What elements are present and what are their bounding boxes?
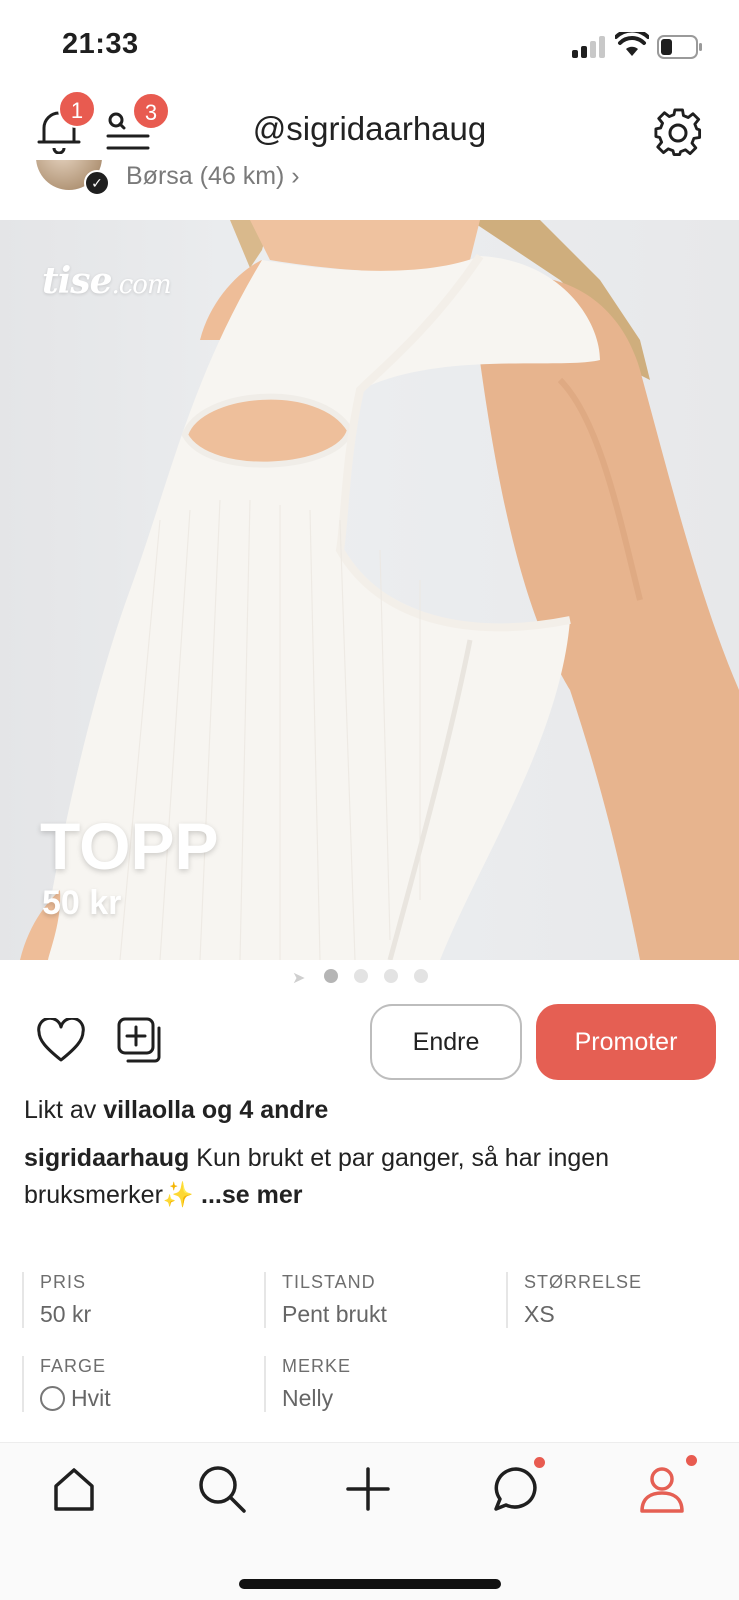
color-swatch-icon: [40, 1386, 65, 1411]
pager-dot[interactable]: [324, 969, 338, 983]
detail-value: Pent brukt: [282, 1301, 387, 1327]
liked-by-text[interactable]: Likt av villaolla og 4 andre: [24, 1096, 328, 1125]
nav-search[interactable]: [194, 1461, 254, 1521]
status-time: 21:33: [62, 28, 139, 60]
detail-value[interactable]: Nelly: [282, 1385, 484, 1412]
like-button[interactable]: [36, 1016, 86, 1064]
watermark-suffix: .com: [111, 270, 171, 300]
plus-icon: [346, 1467, 390, 1511]
detail-label: TILSTAND: [282, 1272, 376, 1292]
product-image-price: 50 kr: [42, 884, 122, 922]
pager-dot[interactable]: [414, 969, 428, 983]
detail-value: XS: [524, 1301, 555, 1327]
profile-icon: [640, 1467, 684, 1513]
product-image-title: TOPP: [40, 809, 219, 883]
add-to-collection-button[interactable]: [116, 1016, 166, 1066]
seller-profile-row[interactable]: ✓ Børsa (46 km) ›: [0, 160, 739, 220]
detail-label: PRIS: [40, 1272, 87, 1292]
pager-dot[interactable]: [384, 969, 398, 983]
tise-watermark: tise.com: [42, 260, 172, 302]
battery-icon: [657, 35, 702, 59]
top-header: 1 3 @sigridaarhaug: [0, 90, 739, 170]
cellular-signal-icon: [572, 36, 606, 58]
product-image[interactable]: tise.com TOPP 50 kr: [0, 220, 739, 960]
bottom-nav: [0, 1442, 739, 1600]
action-row: Endre Promoter: [0, 1004, 739, 1080]
location-arrow-icon: ➤: [292, 970, 306, 987]
image-pager[interactable]: ➤: [0, 966, 739, 987]
home-icon: [54, 1468, 94, 1511]
nav-create-listing[interactable]: [340, 1461, 400, 1521]
heart-icon: [37, 1016, 85, 1062]
likes-prefix: Likt av: [24, 1096, 104, 1124]
description-author[interactable]: sigridaarhaug: [24, 1144, 189, 1172]
search-icon: [199, 1466, 246, 1513]
page-title-username: @sigridaarhaug: [252, 110, 487, 147]
nav-home[interactable]: [46, 1461, 106, 1521]
detail-label: STØRRELSE: [524, 1272, 643, 1292]
see-more-link[interactable]: ...se mer: [201, 1181, 302, 1209]
likes-user[interactable]: villaolla: [103, 1096, 195, 1124]
home-indicator[interactable]: [239, 1579, 501, 1589]
verified-check-icon: ✓: [84, 170, 110, 196]
seller-location: Børsa (46 km) ›: [126, 162, 300, 190]
product-description: sigridaarhaug Kun brukt et par ganger, s…: [24, 1140, 714, 1214]
detail-color: FARGE Hvit: [22, 1356, 242, 1412]
wifi-icon: [615, 32, 649, 56]
detail-brand: MERKE Nelly: [264, 1356, 484, 1412]
watermark-main: tise: [42, 260, 112, 302]
detail-label: MERKE: [282, 1356, 352, 1376]
settings-button[interactable]: [654, 108, 704, 158]
likes-suffix[interactable]: og 4 andre: [195, 1096, 328, 1124]
detail-price: PRIS 50 kr: [22, 1272, 242, 1328]
pager-dot[interactable]: [354, 969, 368, 983]
status-bar: 21:33: [0, 0, 739, 90]
detail-size: STØRRELSE XS: [506, 1272, 726, 1328]
gear-icon: [654, 108, 702, 156]
detail-label: FARGE: [40, 1356, 107, 1376]
messages-notification-dot: [532, 1455, 547, 1470]
edit-button[interactable]: Endre: [370, 1004, 522, 1080]
profile-notification-dot: [684, 1453, 699, 1468]
detail-value-wrap: Hvit: [40, 1385, 242, 1412]
add-collection-icon: [117, 1017, 161, 1063]
detail-condition: TILSTAND Pent brukt: [264, 1272, 484, 1328]
detail-value: Hvit: [71, 1385, 111, 1411]
nav-profile[interactable]: [634, 1453, 699, 1521]
detail-value: 50 kr: [40, 1301, 92, 1327]
promote-button[interactable]: Promoter: [536, 1004, 716, 1080]
nav-messages[interactable]: [488, 1455, 548, 1521]
